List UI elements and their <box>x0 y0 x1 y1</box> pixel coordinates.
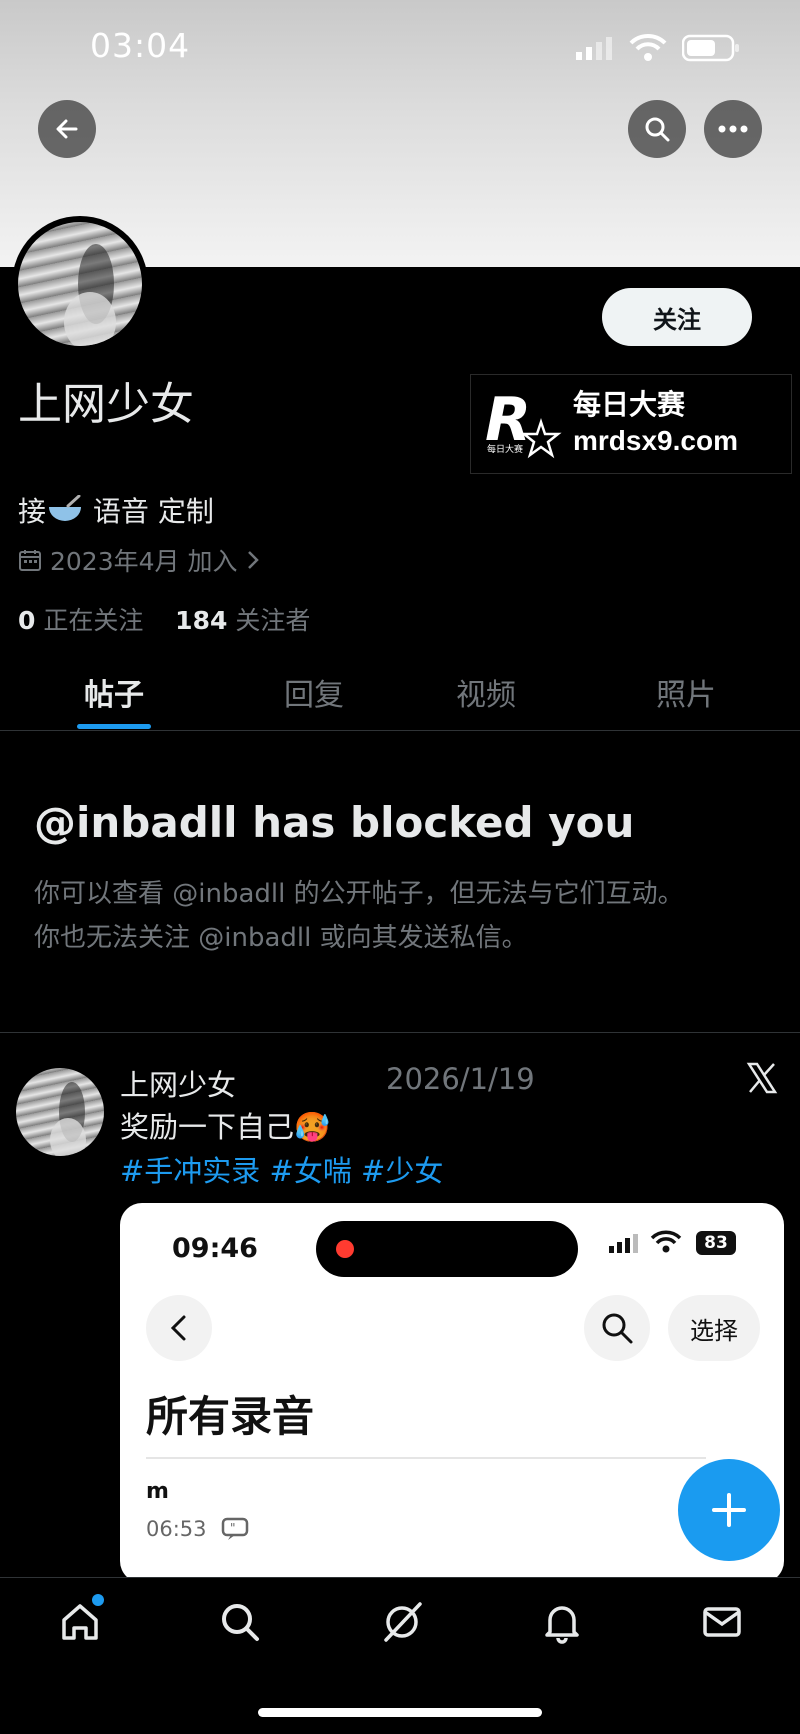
following-link[interactable]: 0 正在关注 <box>18 606 143 635</box>
bio-text: 语音 定制 <box>84 495 214 528</box>
post-date: 2026/1/19 <box>386 1062 535 1096</box>
post-author[interactable]: 上网少女 <box>120 1062 236 1104</box>
blocked-description: 你可以查看 @inbadll 的公开帖子，但无法与它们互动。 你也无法关注 @i… <box>34 872 774 960</box>
signal-icon <box>574 36 614 64</box>
post-text: 奖励一下自己🥵 <box>120 1110 331 1144</box>
avatar-image <box>18 222 142 346</box>
more-icon <box>718 125 748 133</box>
follow-button[interactable]: 关注 <box>602 288 752 346</box>
transcript-icon: " <box>221 1517 249 1540</box>
media-status-time: 09:46 <box>172 1233 258 1264</box>
watermark-logo: R 每日大赛 <box>483 384 563 464</box>
avatar[interactable] <box>12 216 148 352</box>
tab-replies[interactable]: 回复 <box>284 670 344 714</box>
svg-text:": " <box>230 1521 236 1535</box>
media-duration-text: 06:53 <box>146 1517 207 1541</box>
back-arrow-icon <box>56 119 78 139</box>
watermark-logo-small: 每日大赛 <box>487 443 523 455</box>
tab-posts[interactable]: 帖子 <box>84 670 144 714</box>
x-logo-icon <box>746 1062 778 1098</box>
media-battery: 83 <box>696 1231 736 1255</box>
tab-videos[interactable]: 视频 <box>456 670 516 714</box>
media-heading: 所有录音 <box>146 1392 315 1441</box>
joined-text: 2023年4月 加入 <box>50 547 238 576</box>
search-button[interactable] <box>628 100 686 158</box>
home-notification-dot <box>92 1594 104 1606</box>
post-media[interactable]: 09:46 83 选择 所有录音 m 06:53 " <box>120 1203 784 1583</box>
tabs-divider <box>0 730 800 731</box>
media-search-button <box>584 1295 650 1361</box>
home-indicator[interactable] <box>258 1708 542 1717</box>
media-add-button <box>678 1459 780 1561</box>
media-wifi-icon <box>650 1229 682 1257</box>
back-button[interactable] <box>38 100 96 158</box>
post-avatar[interactable] <box>16 1068 104 1156</box>
search-icon <box>645 117 670 142</box>
watermark: R 每日大赛 每日大赛 mrdsx9.com <box>470 374 792 474</box>
grok-icon[interactable] <box>378 1598 426 1646</box>
bio: 接 语音 定制 <box>18 490 214 530</box>
following-count: 0 <box>18 606 36 635</box>
calendar-icon <box>19 550 41 571</box>
watermark-title: 每日大赛 <box>573 388 686 421</box>
followers-label: 关注者 <box>235 606 311 635</box>
media-dynamic-island <box>316 1221 578 1277</box>
wifi-icon <box>628 32 668 66</box>
joined-date: 2023年4月 加入 <box>18 542 261 578</box>
watermark-text: 每日大赛 mrdsx9.com <box>573 388 738 460</box>
notice-divider <box>0 1032 800 1033</box>
battery-icon <box>681 34 742 66</box>
media-chevron-left-icon <box>170 1315 186 1341</box>
display-name: 上网少女 <box>18 379 194 430</box>
media-select-button: 选择 <box>668 1295 760 1361</box>
bio-prefix: 接 <box>18 495 47 528</box>
followers-link[interactable]: 184 关注者 <box>175 606 310 635</box>
watermark-url: mrdsx9.com <box>573 425 738 456</box>
more-button[interactable] <box>704 100 762 158</box>
explore-icon[interactable] <box>216 1598 264 1646</box>
follow-stats: 0 正在关注 184 关注者 <box>18 601 310 637</box>
bowl-icon <box>46 494 84 528</box>
media-recording-name: m <box>146 1479 169 1504</box>
active-tab-indicator <box>77 724 151 729</box>
following-label: 正在关注 <box>43 606 144 635</box>
media-back-button <box>146 1295 212 1361</box>
media-divider <box>146 1457 706 1459</box>
tab-photos[interactable]: 照片 <box>656 670 716 714</box>
media-search-icon <box>602 1313 633 1344</box>
bell-icon[interactable] <box>538 1598 586 1646</box>
post-hashtags[interactable]: #手冲实录 #女喘 #少女 <box>120 1148 443 1190</box>
followers-count: 184 <box>175 606 228 635</box>
media-record-dot <box>336 1240 354 1258</box>
status-time: 03:04 <box>90 26 191 65</box>
plus-icon <box>712 1493 746 1527</box>
mail-icon[interactable] <box>698 1598 746 1646</box>
blocked-description-line1: 你可以查看 @inbadll 的公开帖子，但无法与它们互动。 <box>34 879 684 909</box>
blocked-title: @inbadll has blocked you <box>34 798 635 847</box>
media-signal-icon <box>608 1233 638 1257</box>
blocked-description-line2: 你也无法关注 @inbadll 或向其发送私信。 <box>34 923 528 953</box>
media-recording-duration: 06:53 " <box>146 1517 249 1541</box>
chevron-right-icon[interactable] <box>245 549 261 571</box>
